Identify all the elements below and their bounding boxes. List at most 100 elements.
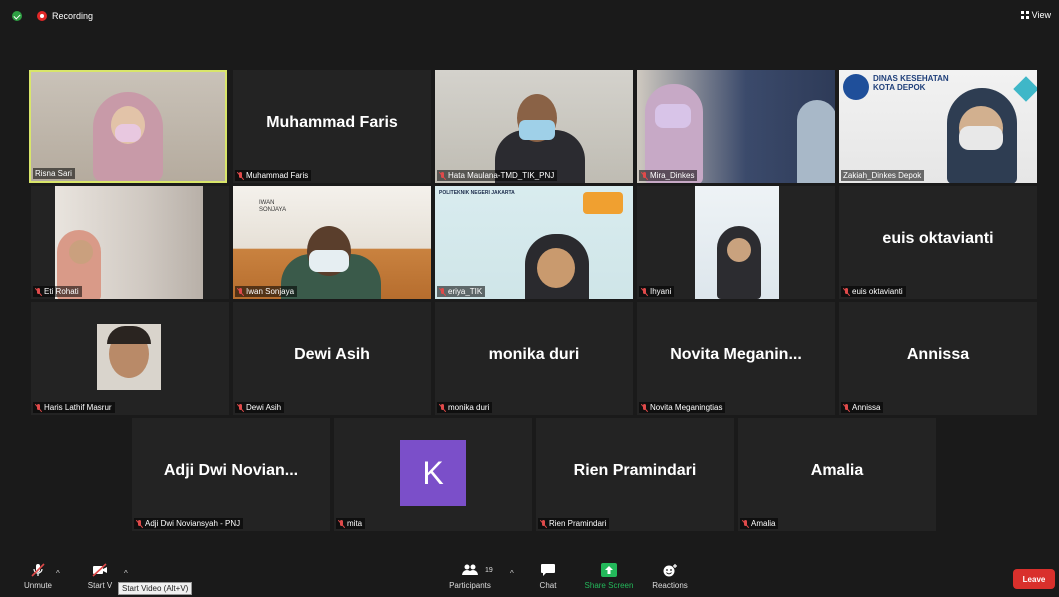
mic-muted-icon — [338, 519, 345, 528]
mic-muted-icon — [843, 403, 850, 412]
video-tile-monika-duri[interactable]: monika duri monika duri — [435, 302, 633, 415]
participant-name-label: Zakiah_Dinkes Depok — [841, 170, 925, 181]
start-video-button[interactable]: Start V — [80, 563, 120, 590]
video-tile-muhammad-faris[interactable]: Muhammad Faris Muhammad Faris — [233, 70, 431, 183]
top-bar: Recording View — [0, 0, 1059, 32]
participant-name-label: Novita Meganingtias — [639, 402, 726, 413]
video-feed — [31, 186, 229, 299]
video-tile-eriya-tik[interactable]: POLITEKNIK NEGERI JAKARTA eriya_TIK — [435, 186, 633, 299]
video-tile-mira-dinkes[interactable]: Mira_Dinkes — [637, 70, 835, 183]
participant-count-badge: 19 — [485, 567, 493, 574]
view-label: View — [1031, 10, 1051, 20]
video-feed — [435, 70, 633, 183]
video-tile-mita[interactable]: K mita — [334, 418, 532, 531]
video-feed — [637, 70, 835, 183]
security-shield-icon[interactable] — [12, 11, 22, 21]
participant-name-label: Muhammad Faris — [235, 170, 312, 181]
video-tile-rien-pramindari[interactable]: Rien Pramindari Rien Pramindari — [536, 418, 734, 531]
recording-label: Recording — [52, 11, 94, 21]
participant-name-label: Dewi Asih — [235, 402, 285, 413]
chat-icon — [540, 563, 556, 577]
participant-display-name: Amalia — [810, 462, 864, 479]
video-feed — [637, 186, 835, 299]
participant-name-label: Iwan Sonjaya — [235, 286, 298, 297]
mic-muted-icon — [136, 519, 143, 528]
reactions-label: Reactions — [652, 581, 688, 590]
participant-name-label: monika duri — [437, 402, 493, 413]
participant-display-name: Novita Meganin... — [670, 346, 802, 363]
video-feed — [31, 72, 225, 181]
mic-muted-icon — [237, 403, 244, 412]
participant-display-name: Muhammad Faris — [266, 114, 398, 131]
grid-view-icon — [1020, 11, 1029, 19]
reactions-button[interactable]: Reactions — [648, 563, 692, 590]
participant-name-label: eriya_TIK — [437, 286, 486, 297]
recording-icon — [37, 11, 47, 21]
mic-muted-icon — [742, 519, 749, 528]
video-tile-eti-rohati[interactable]: Eti Rohati — [31, 186, 229, 299]
video-tile-adji-dwi[interactable]: Adji Dwi Novian... Adji Dwi Noviansyah -… — [132, 418, 330, 531]
participant-name-label: euis oktavianti — [841, 286, 906, 297]
video-feed: POLITEKNIK NEGERI JAKARTA — [435, 186, 633, 299]
mic-muted-icon — [540, 519, 547, 528]
mic-muted-icon — [843, 287, 850, 296]
participant-name-label: mita — [336, 518, 366, 529]
video-tile-dewi-asih[interactable]: Dewi Asih Dewi Asih — [233, 302, 431, 415]
mic-muted-icon — [641, 403, 648, 412]
video-options-chevron-icon[interactable]: ^ — [124, 569, 128, 578]
start-video-tooltip: Start Video (Alt+V) — [118, 582, 193, 595]
audio-options-chevron-icon[interactable]: ^ — [56, 569, 60, 578]
mic-muted-icon — [641, 171, 648, 180]
participant-display-name: Rien Pramindari — [573, 462, 697, 479]
video-feed: DINAS KESEHATAN KOTA DEPOK — [839, 70, 1037, 183]
video-tile-euis-oktavianti[interactable]: euis oktavianti euis oktavianti — [839, 186, 1037, 299]
chat-label: Chat — [539, 581, 557, 590]
participant-name-label: Hata Maulana-TMD_TIK_PNJ — [437, 170, 558, 181]
mic-muted-icon — [30, 563, 46, 577]
participant-name-label: Adji Dwi Noviansyah - PNJ — [134, 518, 244, 529]
video-tile-novita-meganingtias[interactable]: Novita Meganin... Novita Meganingtias — [637, 302, 835, 415]
share-screen-icon — [601, 563, 617, 577]
mic-muted-icon — [35, 403, 42, 412]
view-button[interactable]: View — [1020, 10, 1051, 20]
video-tile-haris-lathif[interactable]: Haris Lathif Masrur — [31, 302, 229, 415]
share-screen-label: Share Screen — [584, 581, 634, 590]
video-tile-ihyani[interactable]: Ihyani — [637, 186, 835, 299]
participant-display-name: Dewi Asih — [294, 346, 370, 363]
avatar: K — [400, 440, 466, 506]
participants-label: Participants — [449, 581, 491, 590]
leave-button[interactable]: Leave — [1013, 569, 1055, 589]
participant-name-label: Eti Rohati — [33, 286, 82, 297]
participant-name-label: Mira_Dinkes — [639, 170, 698, 181]
participant-display-name: Adji Dwi Novian... — [163, 462, 299, 479]
video-tile-zakiah-dinkes[interactable]: DINAS KESEHATAN KOTA DEPOK Zakiah_Dinkes… — [839, 70, 1037, 183]
mic-muted-icon — [439, 287, 446, 296]
unmute-button[interactable]: Unmute — [18, 563, 58, 590]
video-tile-risna-sari[interactable]: Risna Sari — [29, 70, 227, 183]
video-tile-amalia[interactable]: Amalia Amalia — [738, 418, 936, 531]
participant-name-label: Annissa — [841, 402, 884, 413]
participants-options-chevron-icon[interactable]: ^ — [510, 569, 514, 578]
mic-muted-icon — [641, 287, 648, 296]
video-tile-iwan-sonjaya[interactable]: IWAN SONJAYA Iwan Sonjaya — [233, 186, 431, 299]
video-feed: IWAN SONJAYA — [233, 186, 431, 299]
start-video-label: Start V — [87, 581, 113, 590]
mic-muted-icon — [35, 287, 42, 296]
video-tile-annissa[interactable]: Annissa Annissa — [839, 302, 1037, 415]
mic-muted-icon — [237, 171, 244, 180]
mic-muted-icon — [237, 287, 244, 296]
participant-display-name: monika duri — [488, 346, 580, 363]
participant-display-name: Annissa — [906, 346, 970, 363]
reactions-icon — [662, 563, 678, 577]
mic-muted-icon — [439, 403, 446, 412]
share-screen-button[interactable]: Share Screen — [580, 563, 638, 590]
participant-name-label: Haris Lathif Masrur — [33, 402, 115, 413]
chat-button[interactable]: Chat — [530, 563, 566, 590]
video-tile-hata-maulana[interactable]: Hata Maulana-TMD_TIK_PNJ — [435, 70, 633, 183]
video-off-icon — [92, 563, 108, 577]
unmute-label: Unmute — [23, 581, 52, 590]
participant-name-label: Rien Pramindari — [538, 518, 610, 529]
participants-icon — [462, 563, 478, 577]
mic-muted-icon — [439, 171, 446, 180]
participant-name-label: Ihyani — [639, 286, 675, 297]
